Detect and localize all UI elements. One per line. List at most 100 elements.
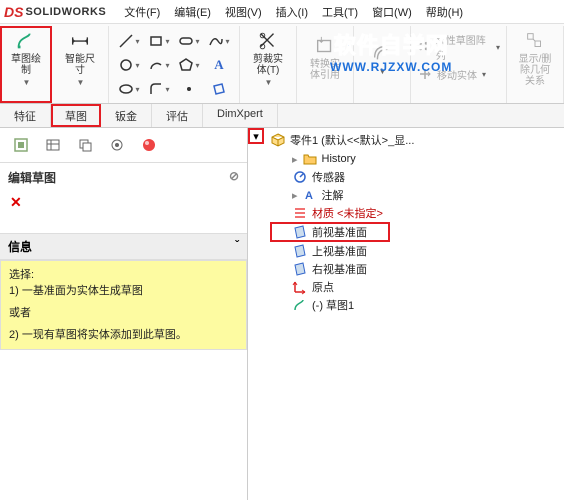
tab-sketch[interactable]: 草图	[51, 104, 101, 127]
command-tabs: 特征 草图 钣金 评估 DimXpert	[0, 104, 564, 128]
ribbon-offset: ▼	[354, 26, 411, 103]
dimxpert-tab[interactable]	[104, 134, 130, 156]
display-rel-label: 显示/删 除几何 关系	[519, 54, 552, 87]
tree-item-origin[interactable]: 原点	[270, 278, 564, 296]
tab-evaluate[interactable]: 评估	[152, 104, 203, 127]
appearance-tab[interactable]	[136, 134, 162, 156]
tree-label: (-) 草图1	[312, 297, 354, 313]
tree-item-material[interactable]: 材质 <未指定>	[270, 204, 564, 222]
tree-item-sensor[interactable]: 传感器	[270, 168, 564, 186]
graphics-area[interactable]: ▾ 零件1 (默认<<默认>_显... ▸ History 传感器 ▸ A 注解	[248, 128, 564, 500]
menu-view[interactable]: 视图(V)	[219, 2, 268, 22]
pattern-label: 线性草图阵列	[436, 32, 491, 62]
move-entity-button[interactable]: 移动实体 ▾	[417, 66, 486, 82]
dimension-icon	[69, 30, 91, 52]
convert-label: 转换实 体引用	[310, 59, 340, 81]
menu-edit[interactable]: 编辑(E)	[168, 2, 217, 22]
property-tab[interactable]	[40, 134, 66, 156]
trim-icon	[257, 30, 279, 52]
plane-icon	[292, 261, 308, 277]
app-logo: DS SOLIDWORKS	[4, 4, 106, 20]
tree-label: 材质 <未指定>	[312, 205, 383, 221]
section-header: 编辑草图 ⊘	[0, 163, 247, 192]
tab-dimxpert[interactable]: DimXpert	[203, 104, 278, 127]
circle-tool[interactable]: ▾	[115, 54, 143, 76]
arc-tool[interactable]: ▾	[145, 54, 173, 76]
ribbon-sketch-group: 草图绘 制 ▼	[0, 26, 52, 103]
tab-feature[interactable]: 特征	[0, 104, 51, 127]
ribbon-tools-grid: ▾ ▾ ▾ ▾ ▾ ▾ ▾ A ▾ ▾	[109, 26, 240, 103]
sketch-item-icon	[292, 297, 308, 313]
convert-button[interactable]: 转换实 体引用	[303, 28, 347, 88]
smartdim-button[interactable]: 智能尺 寸 ▼	[58, 28, 102, 88]
tree-item-top-plane[interactable]: 上视基准面	[270, 242, 564, 260]
offset-icon	[371, 41, 393, 63]
info-line: 1) 一基准面为实体生成草图	[9, 283, 238, 299]
folder-icon	[302, 151, 318, 167]
move-icon	[417, 66, 433, 82]
chevron-down-icon: ▼	[77, 78, 85, 87]
offset-button[interactable]: ▼	[360, 28, 404, 88]
info-box: 选择: 1) 一基准面为实体生成草图 或者 2) 一现有草图将实体添加到此草图。	[0, 260, 247, 350]
feature-tree-tab[interactable]	[8, 134, 34, 156]
ribbon-trim: 剪裁实 体(T) ▼	[240, 26, 297, 103]
ribbon-display-rel: 显示/删 除几何 关系	[507, 26, 564, 103]
spline-tool[interactable]: ▾	[205, 30, 233, 52]
fillet-tool[interactable]: ▾	[145, 78, 173, 100]
ellipse-tool[interactable]: ▾	[115, 78, 143, 100]
plane-tool[interactable]	[205, 78, 233, 100]
tree-item-sketch1[interactable]: (-) 草图1	[270, 296, 564, 314]
titlebar: DS SOLIDWORKS 文件(F) 编辑(E) 视图(V) 插入(I) 工具…	[0, 0, 564, 24]
trim-label: 剪裁实 体(T)	[253, 54, 283, 76]
menu-insert[interactable]: 插入(I)	[270, 2, 314, 22]
chevron-down-icon: ▼	[379, 67, 387, 76]
linear-pattern-button[interactable]: 线性草图阵列 ▾	[417, 32, 500, 62]
feature-tree: 零件1 (默认<<默认>_显... ▸ History 传感器 ▸ A 注解 材…	[248, 128, 564, 314]
sketch-icon	[15, 30, 37, 52]
part-icon	[270, 132, 286, 148]
menu-file[interactable]: 文件(F)	[118, 2, 166, 22]
menu-tools[interactable]: 工具(T)	[316, 2, 364, 22]
text-tool[interactable]: A	[205, 54, 233, 76]
info-line: 2) 一现有草图将实体添加到此草图。	[9, 327, 238, 343]
close-button[interactable]: ✕	[0, 192, 247, 213]
tree-item-annotation[interactable]: ▸ A 注解	[270, 186, 564, 204]
move-label: 移动实体	[437, 67, 477, 82]
tab-sheetmetal[interactable]: 钣金	[101, 104, 152, 127]
annotation-icon: A	[302, 187, 318, 203]
display-rel-button[interactable]: 显示/删 除几何 关系	[513, 28, 557, 88]
origin-icon	[292, 279, 308, 295]
ribbon: 草图绘 制 ▼ 智能尺 寸 ▼ ▾ ▾ ▾ ▾ ▾ ▾ ▾ A ▾ ▾ 剪裁实	[0, 24, 564, 104]
config-tab[interactable]	[72, 134, 98, 156]
ribbon-pattern-move: 线性草图阵列 ▾ 移动实体 ▾	[411, 26, 507, 103]
menu-window[interactable]: 窗口(W)	[366, 2, 418, 22]
left-panel: 编辑草图 ⊘ ✕ 信息 ˇ 选择: 1) 一基准面为实体生成草图 或者 2) 一…	[0, 128, 248, 500]
logo-ds-icon: DS	[4, 4, 23, 20]
line-tool[interactable]: ▾	[115, 30, 143, 52]
point-tool[interactable]	[175, 78, 203, 100]
tree-label: 原点	[312, 279, 334, 295]
material-icon	[292, 205, 308, 221]
tree-label: 右视基准面	[312, 261, 367, 277]
tree-label: 注解	[322, 187, 344, 203]
slot-tool[interactable]: ▾	[175, 30, 203, 52]
tree-label: 传感器	[312, 169, 345, 185]
menu-bar: 文件(F) 编辑(E) 视图(V) 插入(I) 工具(T) 窗口(W) 帮助(H…	[118, 2, 469, 22]
sketch-button[interactable]: 草图绘 制 ▼	[4, 28, 48, 88]
tree-item-front-plane[interactable]: 前视基准面	[270, 222, 390, 242]
tree-item-right-plane[interactable]: 右视基准面	[270, 260, 564, 278]
pin-icon[interactable]: ⊘	[229, 169, 239, 186]
polygon-tool[interactable]: ▾	[175, 54, 203, 76]
tree-item-history[interactable]: ▸ History	[270, 150, 564, 168]
plane-icon	[292, 224, 308, 240]
flyout-tree-toggle[interactable]: ▾	[248, 128, 264, 144]
tree-label: 前视基准面	[312, 224, 367, 240]
tree-label: 上视基准面	[312, 243, 367, 259]
app-name: SOLIDWORKS	[25, 6, 106, 18]
menu-help[interactable]: 帮助(H)	[420, 2, 469, 22]
rect-tool[interactable]: ▾	[145, 30, 173, 52]
trim-button[interactable]: 剪裁实 体(T) ▼	[246, 28, 290, 88]
sketch-label: 草图绘 制	[11, 54, 41, 76]
chevron-down-icon: ▼	[265, 78, 273, 87]
tree-root[interactable]: 零件1 (默认<<默认>_显...	[270, 130, 564, 150]
